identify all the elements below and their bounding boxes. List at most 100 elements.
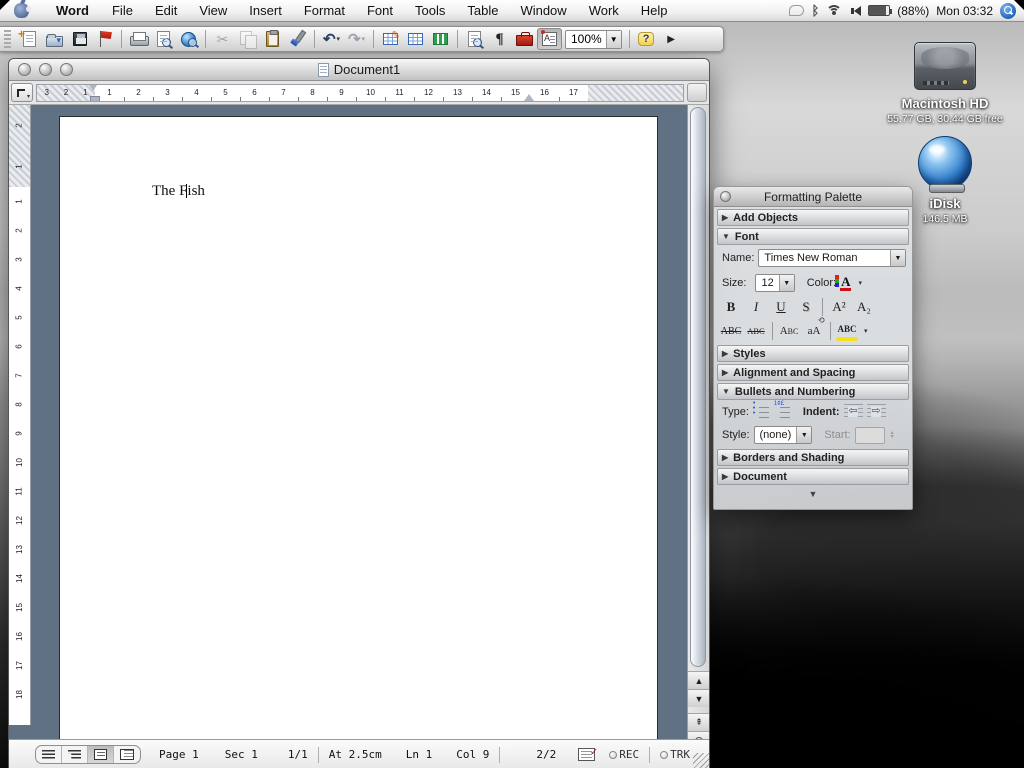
font-size-select[interactable]: 12 ▼ — [755, 274, 794, 292]
document-view: 21123456789101112131415161718 The Fish ▲… — [9, 105, 709, 739]
notebook-view-button[interactable] — [114, 746, 140, 763]
superscript-button[interactable]: A² — [828, 297, 850, 317]
scrollbar-thumb[interactable] — [690, 107, 706, 667]
macro-record-toggle[interactable]: REC — [609, 748, 639, 761]
open-button[interactable] — [42, 28, 67, 50]
section-document[interactable]: ▶ Document — [717, 468, 909, 485]
menu-file[interactable]: File — [101, 1, 144, 20]
font-name-select[interactable]: Times New Roman ▼ — [758, 249, 906, 267]
menu-format[interactable]: Format — [293, 1, 356, 20]
menu-edit[interactable]: Edit — [144, 1, 188, 20]
select-browse-object-button[interactable] — [688, 731, 709, 739]
undo-button[interactable]: ↶▾ — [319, 28, 344, 50]
zoom-select[interactable]: 100%▼ — [565, 30, 622, 49]
menu-table[interactable]: Table — [456, 1, 509, 20]
help-button[interactable]: ? — [634, 28, 659, 50]
highlight-button[interactable]: ABC — [836, 321, 858, 341]
window-titlebar[interactable]: Document1 — [9, 59, 709, 81]
stepper-icon: ▲▼ — [890, 431, 895, 439]
bluetooth-icon[interactable]: ᛒ — [811, 3, 819, 18]
numbered-list-button[interactable] — [774, 404, 791, 419]
new-document-button[interactable]: + — [17, 28, 42, 50]
small-caps-button[interactable]: Abc — [778, 321, 800, 341]
change-case-button[interactable]: aA — [803, 321, 825, 341]
window-resize-grip[interactable] — [693, 753, 709, 768]
bold-button[interactable]: B — [720, 297, 742, 317]
spelling-status-icon[interactable] — [578, 748, 595, 761]
outline-view-button[interactable] — [62, 746, 88, 763]
document-text[interactable]: The Fish — [152, 183, 205, 200]
section-styles[interactable]: ▶ Styles — [717, 345, 909, 362]
print-preview-button[interactable] — [151, 28, 176, 50]
wifi-icon[interactable] — [826, 5, 842, 17]
apple-menu-icon[interactable] — [14, 3, 29, 18]
show-paragraph-button[interactable]: ¶ — [487, 28, 512, 50]
font-color-button[interactable]: A — [840, 275, 851, 291]
ruler-mark: 13 — [443, 85, 472, 101]
scroll-down-arrow[interactable]: ▼ — [688, 689, 709, 707]
section-bullets-numbering[interactable]: ▼ Bullets and Numbering — [717, 383, 909, 400]
dropdown-arrow-icon[interactable]: ▾ — [864, 327, 868, 335]
ichat-status-icon[interactable] — [789, 5, 804, 16]
menu-view[interactable]: View — [188, 1, 238, 20]
shadow-button[interactable]: S — [795, 297, 817, 317]
section-alignment-spacing[interactable]: ▶ Alignment and Spacing — [717, 364, 909, 381]
toolbox-button[interactable] — [512, 28, 537, 50]
decrease-indent-button[interactable]: ⇦ — [844, 404, 863, 419]
section-borders-shading[interactable]: ▶ Borders and Shading — [717, 449, 909, 466]
bulleted-list-button[interactable] — [753, 404, 770, 419]
ruler-mark: 9 — [9, 419, 30, 448]
paste-button[interactable] — [260, 28, 285, 50]
document-canvas[interactable]: The Fish — [31, 105, 687, 739]
track-changes-toggle[interactable]: TRK — [660, 748, 690, 761]
columns-button[interactable] — [428, 28, 453, 50]
section-add-objects[interactable]: ▶ Add Objects — [717, 209, 909, 226]
indent-marker[interactable] — [89, 85, 98, 102]
menu-window[interactable]: Window — [509, 1, 577, 20]
status-column: Col 9 — [456, 748, 489, 761]
vertical-scrollbar[interactable]: ▲ ▼ ⇞ ⇟ — [687, 105, 709, 739]
navigator-button[interactable] — [462, 28, 487, 50]
page-layout-view-button[interactable] — [88, 746, 114, 763]
menu-insert[interactable]: Insert — [238, 1, 293, 20]
menu-word[interactable]: Word — [45, 1, 101, 20]
save-button[interactable] — [67, 28, 92, 50]
section-font[interactable]: ▼ Font — [717, 228, 909, 245]
scroll-up-arrow[interactable]: ▲ — [688, 671, 709, 689]
battery-icon[interactable] — [868, 5, 890, 16]
menu-tools[interactable]: Tools — [404, 1, 456, 20]
spotlight-icon[interactable] — [1000, 3, 1016, 19]
bullet-style-select[interactable]: (none) ▼ — [754, 426, 813, 444]
subscript-button[interactable]: A₂ — [853, 297, 875, 317]
document-page[interactable]: The Fish — [59, 116, 658, 739]
print-button[interactable] — [126, 28, 151, 50]
double-strikethrough-button[interactable]: ABC — [745, 321, 767, 341]
overflow-button[interactable]: ▶ — [659, 28, 684, 50]
menu-clock[interactable]: Mon 03:32 — [936, 4, 993, 18]
palette-titlebar[interactable]: Formatting Palette — [714, 187, 912, 207]
underline-button[interactable]: U — [770, 297, 792, 317]
normal-view-button[interactable] — [36, 746, 62, 763]
formatting-palette-button[interactable] — [537, 28, 562, 50]
desktop-icon-macintosh-hd[interactable]: Macintosh HD 55.77 GB, 30.44 GB free — [880, 42, 1010, 125]
format-painter-button[interactable] — [285, 28, 310, 50]
cut-button: ✂ — [210, 28, 235, 50]
web-page-preview-button[interactable] — [176, 28, 201, 50]
right-indent-marker[interactable] — [524, 89, 534, 101]
tab-stop-selector[interactable]: ▾ — [11, 83, 33, 102]
flag-for-follow-up-button[interactable] — [92, 28, 117, 50]
dropdown-arrow-icon[interactable]: ▾ — [858, 279, 862, 287]
palette-more-arrow[interactable]: ▼ — [714, 489, 912, 499]
menu-font[interactable]: Font — [356, 1, 404, 20]
previous-page-button[interactable]: ⇞ — [688, 713, 709, 731]
insert-table-button[interactable]: ✎ — [378, 28, 403, 50]
increase-indent-button[interactable]: ⇨ — [867, 404, 886, 419]
toolbar-grip[interactable] — [4, 30, 11, 48]
font-size-row: Size: 12 ▼ Color: A ▾ — [714, 270, 912, 295]
menu-help[interactable]: Help — [630, 1, 679, 20]
strikethrough-button[interactable]: ABC — [720, 321, 742, 341]
italic-button[interactable]: I — [745, 297, 767, 317]
menu-work[interactable]: Work — [578, 1, 630, 20]
volume-icon[interactable] — [849, 6, 861, 16]
table-button[interactable] — [403, 28, 428, 50]
